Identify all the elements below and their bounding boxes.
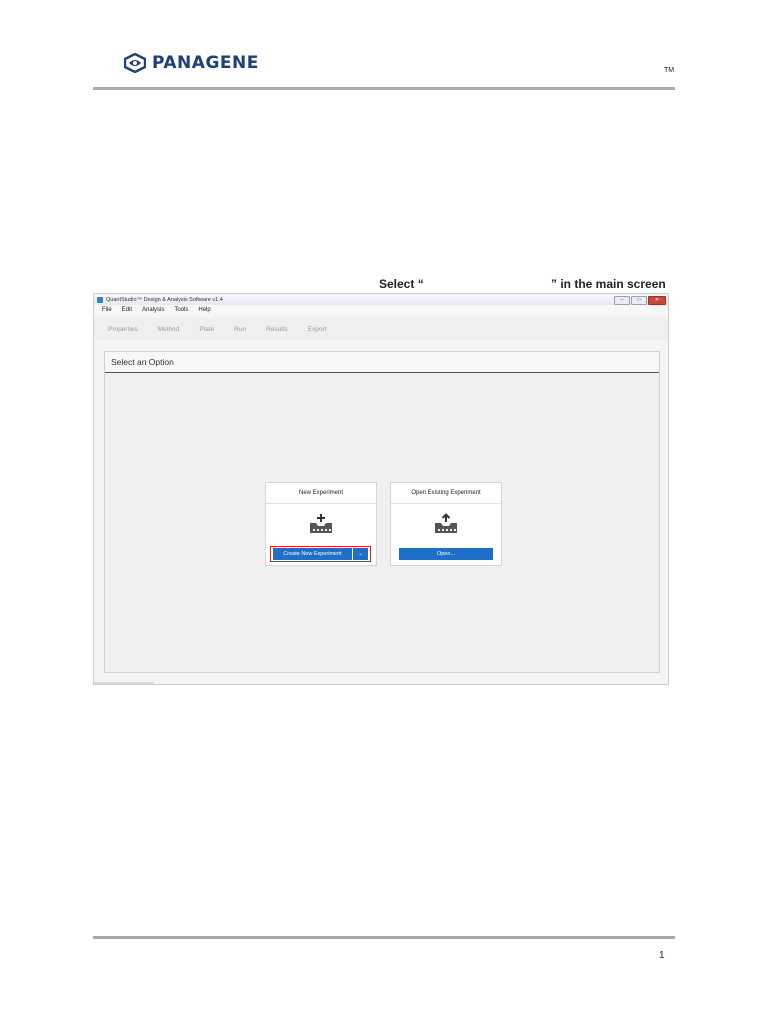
tab-run[interactable]: Run	[234, 326, 246, 333]
menu-bar: File Edit Analysis Tools Help	[94, 305, 668, 315]
tab-method[interactable]: Method	[158, 326, 180, 333]
horizontal-scrollbar[interactable]	[94, 682, 154, 684]
panagene-logo: PANAGENE	[124, 53, 259, 73]
menu-edit[interactable]: Edit	[122, 307, 132, 313]
panagene-logo-icon	[124, 53, 146, 73]
menu-tools[interactable]: Tools	[174, 307, 188, 313]
new-experiment-card: New Experiment Create New Experiment ⌄	[265, 482, 377, 566]
workflow-toolbar: Properties Method Plate Run Results Expo…	[94, 318, 668, 340]
open-button[interactable]: Open...	[399, 548, 493, 560]
app-window: QuantStudio™ Design & Analysis Software …	[93, 293, 669, 685]
select-option-panel: Select an Option New Experiment Create N…	[104, 351, 660, 673]
new-experiment-title: New Experiment	[266, 483, 376, 504]
instruction-prefix: Select “	[379, 277, 424, 291]
open-experiment-title: Open Existing Experiment	[391, 483, 501, 504]
window-controls: – □ ✕	[614, 296, 666, 305]
logo-text: PANAGENE	[152, 53, 259, 73]
tab-plate[interactable]: Plate	[199, 326, 214, 333]
open-experiment-icon	[433, 513, 459, 535]
menu-analysis[interactable]: Analysis	[142, 307, 164, 313]
page-number: 1	[659, 950, 665, 961]
window-titlebar: QuantStudio™ Design & Analysis Software …	[94, 294, 668, 305]
app-icon	[97, 296, 103, 303]
tab-export[interactable]: Export	[308, 326, 327, 333]
bottom-divider	[93, 936, 675, 939]
maximize-button[interactable]: □	[631, 296, 647, 305]
window-title: QuantStudio™ Design & Analysis Software …	[106, 296, 223, 303]
new-experiment-icon	[308, 513, 334, 535]
instruction-suffix: ” in the main screen	[551, 277, 666, 291]
top-divider	[93, 87, 675, 90]
highlight-box	[270, 546, 371, 562]
open-experiment-card: Open Existing Experiment Open...	[390, 482, 502, 566]
tab-properties[interactable]: Properties	[108, 326, 138, 333]
menu-help[interactable]: Help	[198, 307, 210, 313]
close-button[interactable]: ✕	[648, 296, 666, 305]
panel-title: Select an Option	[105, 352, 659, 373]
minimize-button[interactable]: –	[614, 296, 630, 305]
trademark: TM	[664, 67, 675, 74]
menu-file[interactable]: File	[102, 307, 112, 313]
tab-results[interactable]: Results	[266, 326, 288, 333]
